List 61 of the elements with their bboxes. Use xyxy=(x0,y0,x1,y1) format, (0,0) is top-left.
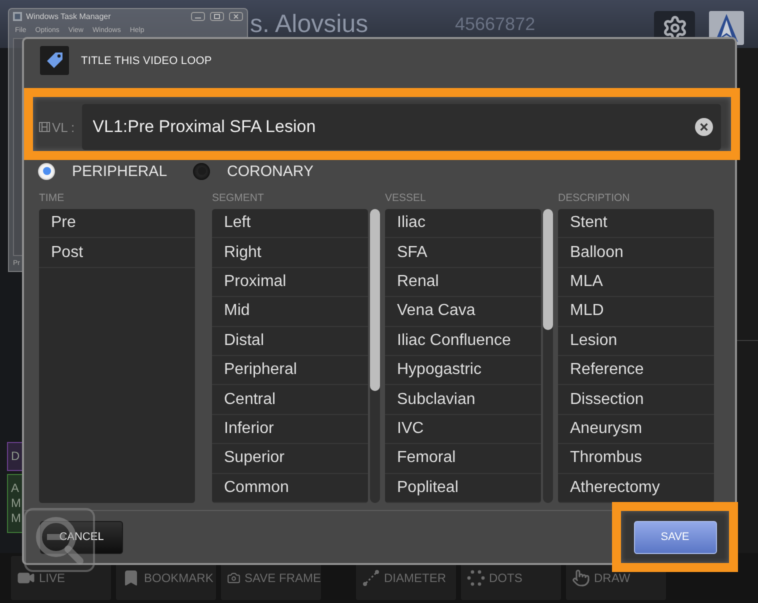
list-item[interactable]: Distal xyxy=(212,326,368,356)
list-item[interactable]: Renal xyxy=(385,268,541,298)
list-item[interactable]: Vena Cava xyxy=(385,297,541,327)
list-item[interactable]: Iliac Confluence xyxy=(385,326,541,356)
hand-pointer-icon xyxy=(572,569,590,587)
list-item[interactable]: Iliac xyxy=(385,209,541,238)
list-item[interactable]: Thrombus xyxy=(558,444,714,474)
film-icon xyxy=(39,122,50,132)
list-item[interactable]: Popliteal xyxy=(385,474,541,503)
list-item[interactable]: Femoral xyxy=(385,444,541,474)
list-item[interactable]: Left xyxy=(212,209,368,238)
title-field[interactable]: VL1:Pre Proximal SFA Lesion xyxy=(82,104,721,150)
column-heading: DESCRIPTION xyxy=(558,191,631,205)
list-item[interactable]: Dissection xyxy=(558,385,714,415)
column-heading: TIME xyxy=(39,191,66,205)
minimize-icon[interactable] xyxy=(191,12,205,21)
column-heading: VESSEL xyxy=(385,191,427,205)
list-item[interactable]: Pre xyxy=(39,209,195,238)
radio-option[interactable]: PERIPHERAL xyxy=(38,162,168,180)
list-item[interactable]: Stent xyxy=(558,209,714,238)
dots-icon xyxy=(467,569,485,587)
bookmark-icon xyxy=(122,569,140,587)
list-item[interactable]: Common xyxy=(212,474,368,503)
list-item[interactable]: Peripheral xyxy=(212,356,368,386)
radio-button[interactable] xyxy=(193,162,210,180)
list-item[interactable]: Proximal xyxy=(212,268,368,298)
close-icon[interactable] xyxy=(229,12,243,21)
window-title: Windows Task Manager xyxy=(26,12,111,21)
list-item[interactable]: Inferior xyxy=(212,414,368,444)
list-item[interactable]: Reference xyxy=(558,356,714,386)
patient-id: 45667872 xyxy=(455,13,536,36)
list-item[interactable]: Subclavian xyxy=(385,385,541,415)
radio-option[interactable]: CORONARY xyxy=(193,162,314,180)
tag: D xyxy=(7,442,22,471)
diagonal-line-icon xyxy=(362,569,380,587)
list-item[interactable]: Right xyxy=(212,238,368,268)
list-item[interactable]: Balloon xyxy=(558,238,714,268)
list-item[interactable]: Post xyxy=(39,238,195,268)
app-icon xyxy=(13,12,22,21)
clear-icon[interactable] xyxy=(695,118,713,136)
tag-icon xyxy=(40,46,69,75)
tag: A M M xyxy=(7,474,22,533)
field-label: VL : xyxy=(39,104,75,150)
list-item[interactable]: Central xyxy=(212,385,368,415)
list-item[interactable]: MLD xyxy=(558,297,714,327)
scrollbar-thumb[interactable] xyxy=(543,209,553,330)
dialog-title: TITLE THIS VIDEO LOOP xyxy=(81,54,212,66)
scrollbar-thumb[interactable] xyxy=(370,209,380,392)
list-item[interactable]: Mid xyxy=(212,297,368,327)
cancel-button[interactable]: CANCEL xyxy=(40,520,123,554)
list-item[interactable]: SFA xyxy=(385,238,541,268)
list-item[interactable]: IVC xyxy=(385,414,541,444)
list-item[interactable]: Lesion xyxy=(558,326,714,356)
patient-name: s. Alovsius xyxy=(250,9,370,39)
list-item[interactable]: Aneurysm xyxy=(558,414,714,444)
list-item[interactable]: Hypogastric xyxy=(385,356,541,386)
list-item[interactable]: Superior xyxy=(212,444,368,474)
list-item[interactable]: MLA xyxy=(558,268,714,298)
radio-button[interactable] xyxy=(38,162,55,180)
column-heading: SEGMENT xyxy=(212,191,265,205)
maximize-icon[interactable] xyxy=(210,12,224,21)
